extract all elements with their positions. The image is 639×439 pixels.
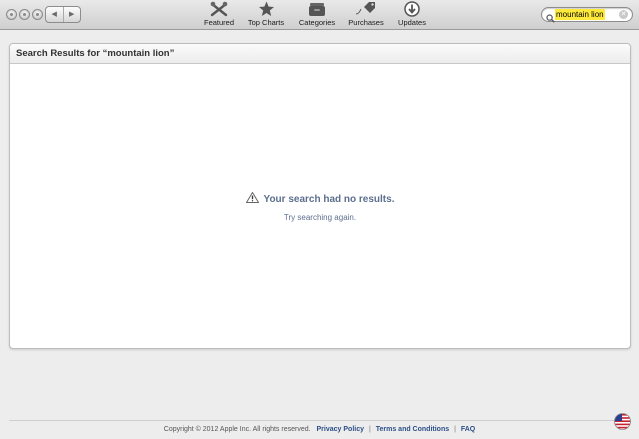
- toolbar-featured-button[interactable]: Featured: [202, 1, 236, 29]
- no-results-hint: Try searching again.: [283, 213, 357, 222]
- footer-divider: [9, 420, 631, 421]
- warning-triangle-icon: [245, 191, 259, 206]
- toolbar-purchases-button[interactable]: Purchases: [347, 1, 385, 29]
- toolbar-top-charts-button[interactable]: Top Charts: [245, 1, 287, 29]
- window-close-button[interactable]: [6, 9, 17, 20]
- window-zoom-button[interactable]: [32, 9, 43, 20]
- toolbar-categories-button[interactable]: Categories: [296, 1, 338, 29]
- back-arrow-icon: ◀: [51, 11, 57, 18]
- toolbar-featured-label: Featured: [203, 18, 235, 27]
- footer-copyright: Copyright © 2012 Apple Inc. All rights r…: [163, 426, 311, 433]
- search-icon: [546, 10, 555, 23]
- toolbar-categories-label: Categories: [298, 18, 336, 27]
- search-input-value[interactable]: mountain lion: [555, 9, 605, 20]
- forward-arrow-icon: ▶: [69, 11, 75, 18]
- toolbar-updates-label: Updates: [398, 18, 426, 27]
- back-forward-control: ◀ ▶: [45, 6, 81, 23]
- star-icon: [258, 1, 275, 17]
- footer-separator: |: [368, 426, 371, 433]
- window-toolbar: ◀ ▶ Featured Top Charts Categories Purch…: [0, 0, 639, 30]
- search-results-panel: Search Results for “mountain lion” Your …: [9, 43, 631, 349]
- categories-icon: [308, 1, 326, 17]
- toolbar-top-charts-label: Top Charts: [247, 18, 285, 27]
- search-field[interactable]: mountain lion ✕: [541, 7, 633, 23]
- purchases-tag-icon: [355, 1, 377, 17]
- footer-link-privacy-policy[interactable]: Privacy Policy: [317, 426, 364, 433]
- footer-link-terms-and-conditions[interactable]: Terms and Conditions: [376, 426, 449, 433]
- clear-search-icon[interactable]: ✕: [619, 10, 628, 19]
- no-results-title: Your search had no results.: [263, 193, 395, 205]
- toolbar-updates-button[interactable]: Updates: [396, 1, 428, 29]
- no-results-message: Your search had no results. Try searchin…: [10, 190, 630, 222]
- window-minimize-button[interactable]: [19, 9, 30, 20]
- footer-link-faq[interactable]: FAQ: [461, 426, 475, 433]
- search-results-header: Search Results for “mountain lion”: [10, 44, 630, 64]
- forward-button[interactable]: ▶: [64, 7, 81, 22]
- back-button[interactable]: ◀: [46, 7, 64, 22]
- updates-download-icon: [404, 1, 420, 17]
- toolbar-purchases-label: Purchases: [348, 18, 384, 27]
- featured-icon: [209, 1, 229, 17]
- footer-separator: |: [454, 426, 456, 433]
- us-flag-icon[interactable]: [614, 413, 631, 430]
- footer: Copyright © 2012 Apple Inc. All rights r…: [0, 426, 639, 433]
